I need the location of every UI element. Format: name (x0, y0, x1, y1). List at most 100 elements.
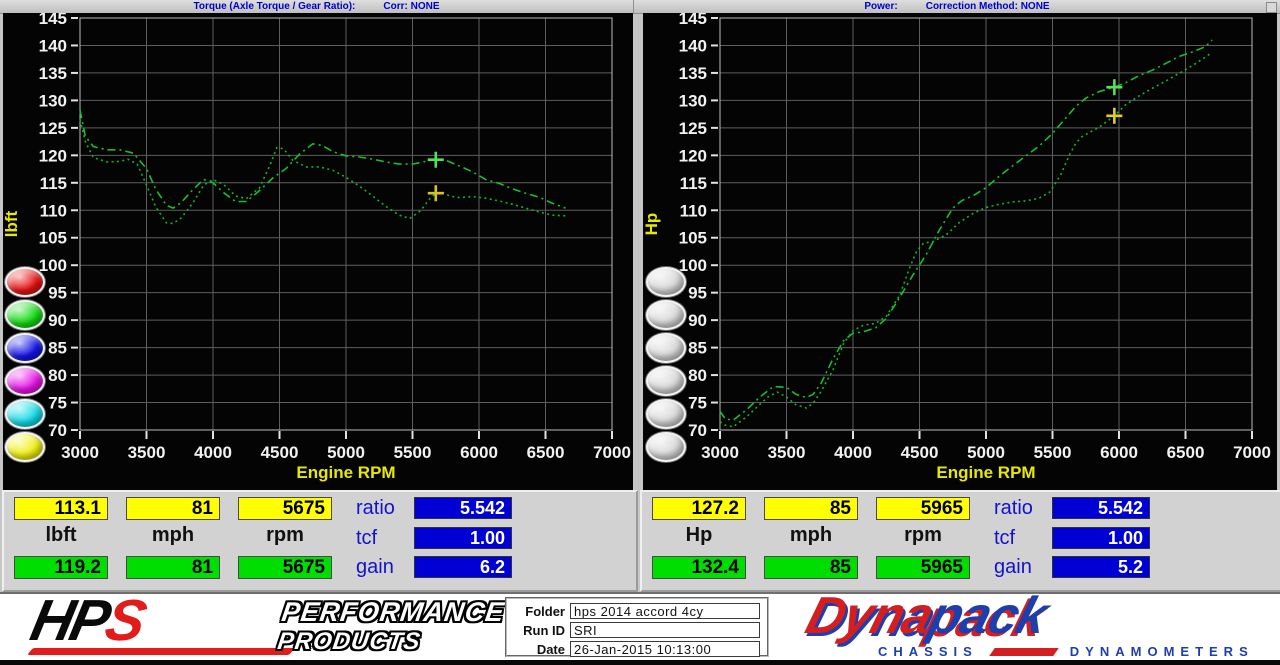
ratio-label: ratio (994, 497, 1033, 520)
rpm-unit-label: rpm (238, 524, 332, 547)
x-tick-label: 3000 (701, 443, 739, 462)
baseline-mph-value: 85 (764, 497, 858, 520)
y-tick-label: 110 (40, 201, 67, 220)
chassis-label: CHASSIS (878, 644, 978, 659)
curve-select-button-blue[interactable] (5, 333, 45, 363)
ratio-label: ratio (356, 497, 395, 520)
y-axis-label: lbft (3, 210, 21, 237)
y-tick-label: 95 (688, 284, 707, 303)
curve-select-button-cyan[interactable] (5, 399, 45, 429)
x-tick-label: 6500 (1167, 443, 1205, 462)
x-tick-label: 5000 (327, 443, 365, 462)
footer-bar: HPS PERFORMANCE PRODUCTS Folder hps 2014… (0, 592, 1280, 660)
curve-select-button-gray-3[interactable] (646, 333, 686, 363)
hps-logo-letters: HPS (25, 590, 148, 652)
x-tick-label: 7000 (1233, 443, 1271, 462)
torque-chart: 7075808590951001051101151201251301351401… (3, 13, 633, 490)
current-mph-value: 81 (126, 556, 220, 579)
tcf-label: tcf (994, 527, 1015, 550)
curve-select-button-magenta[interactable] (5, 366, 45, 396)
power-chart-panel: 7075808590951001051101151201251301351401… (643, 13, 1277, 490)
power-correction-status: Correction Method: NONE (926, 1, 1050, 12)
y-tick-label: 100 (39, 256, 67, 275)
series-baseline-run (720, 52, 1212, 427)
torque-readout-panel: 113.1 81 5675 lbft mph rpm 119.2 81 5675… (2, 490, 638, 592)
dyno-app-window: Torque (Axle Torque / Gear Ratio): Corr:… (0, 0, 1280, 665)
x-tick-label: 6000 (460, 443, 498, 462)
x-tick-label: 4500 (901, 443, 939, 462)
run-id-label: Run ID (507, 623, 570, 638)
date-label: Date (507, 642, 570, 657)
dynapack-logo-text: Dynapack (799, 586, 1054, 646)
series-baseline-run (80, 120, 566, 224)
y-tick-label: 115 (40, 174, 67, 193)
tcf-value: 1.00 (1052, 527, 1150, 549)
curve-select-button-red[interactable] (5, 267, 45, 297)
run-id-input[interactable]: SRI (570, 622, 760, 638)
folder-input[interactable]: hps 2014 accord 4cy (570, 603, 760, 619)
y-tick-label: 85 (688, 339, 707, 358)
x-tick-label: 5000 (967, 443, 1005, 462)
gain-label: gain (356, 556, 394, 579)
x-tick-label: 5500 (1034, 443, 1072, 462)
gain-label: gain (994, 556, 1032, 579)
x-tick-label: 3500 (128, 443, 166, 462)
cursor-marker-current-run[interactable] (428, 152, 444, 168)
curve-select-button-green[interactable] (5, 300, 45, 330)
curve-select-button-gray-2[interactable] (646, 300, 686, 330)
run-info-form: Folder hps 2014 accord 4cy Run ID SRI Da… (505, 597, 769, 657)
series-current-run (720, 40, 1212, 420)
mph-unit-label: mph (764, 524, 858, 547)
hps-logo-swoosh (27, 648, 295, 655)
y-tick-label: 130 (679, 91, 707, 110)
series-current-run (80, 110, 566, 208)
gain-value: 6.2 (414, 556, 512, 578)
current-rpm-value: 5675 (238, 556, 332, 579)
y-tick-label: 80 (688, 366, 707, 385)
y-axis-label: Hp (643, 213, 661, 236)
date-input[interactable]: 26-Jan-2015 10:13:00 (570, 641, 760, 657)
power-panel-titlebar: Power: Correction Method: NONE (634, 0, 1280, 14)
curve-select-button-gray-4[interactable] (646, 366, 686, 396)
baseline-mph-value: 81 (126, 497, 220, 520)
window-bottom-edge (0, 660, 1280, 665)
y-tick-label: 70 (688, 421, 707, 440)
power-panel-title: Power: (864, 1, 897, 12)
x-axis-label: Engine RPM (296, 463, 395, 482)
power-readout-panel: 127.2 85 5965 Hp mph rpm 132.4 85 5965 r… (640, 490, 1280, 592)
curve-select-button-gray-5[interactable] (646, 399, 686, 429)
y-tick-label: 125 (679, 119, 707, 138)
power-unit-label: Hp (652, 524, 746, 547)
torque-unit-label: lbft (14, 524, 108, 547)
current-mph-value: 85 (764, 556, 858, 579)
dynapack-tagline: CHASSIS DYNAMOMETERS (878, 644, 1254, 659)
gain-value: 5.2 (1052, 556, 1150, 578)
tcf-label: tcf (356, 527, 377, 550)
x-tick-label: 6500 (527, 443, 565, 462)
y-tick-label: 140 (679, 36, 707, 55)
y-tick-label: 70 (48, 421, 67, 440)
y-tick-label: 145 (679, 13, 707, 28)
cursor-marker-current-run[interactable] (1106, 79, 1122, 95)
baseline-torque-value: 113.1 (14, 497, 108, 520)
y-tick-label: 105 (679, 229, 707, 248)
torque-chart-panel: 7075808590951001051101151201251301351401… (3, 13, 633, 490)
x-tick-label: 3500 (768, 443, 806, 462)
x-tick-label: 4000 (834, 443, 872, 462)
y-tick-label: 145 (39, 13, 67, 28)
curve-select-button-gray-1[interactable] (646, 267, 686, 297)
curve-select-button-gray-6[interactable] (646, 432, 686, 462)
baseline-power-value: 127.2 (652, 497, 746, 520)
y-tick-label: 90 (48, 311, 67, 330)
titlebar-handle[interactable] (1266, 2, 1277, 13)
ratio-value: 5.542 (1052, 497, 1150, 519)
y-tick-label: 110 (680, 201, 707, 220)
current-torque-value: 119.2 (14, 556, 108, 579)
torque-correction-status: Corr: NONE (383, 1, 439, 12)
curve-select-button-yellow[interactable] (5, 432, 45, 462)
cursor-marker-baseline-run[interactable] (1106, 108, 1122, 124)
y-tick-label: 135 (679, 64, 707, 83)
rpm-unit-label: rpm (876, 524, 970, 547)
dynapack-logo: Dynapack CHASSIS DYNAMOMETERS (800, 594, 1265, 660)
y-tick-label: 85 (48, 339, 67, 358)
